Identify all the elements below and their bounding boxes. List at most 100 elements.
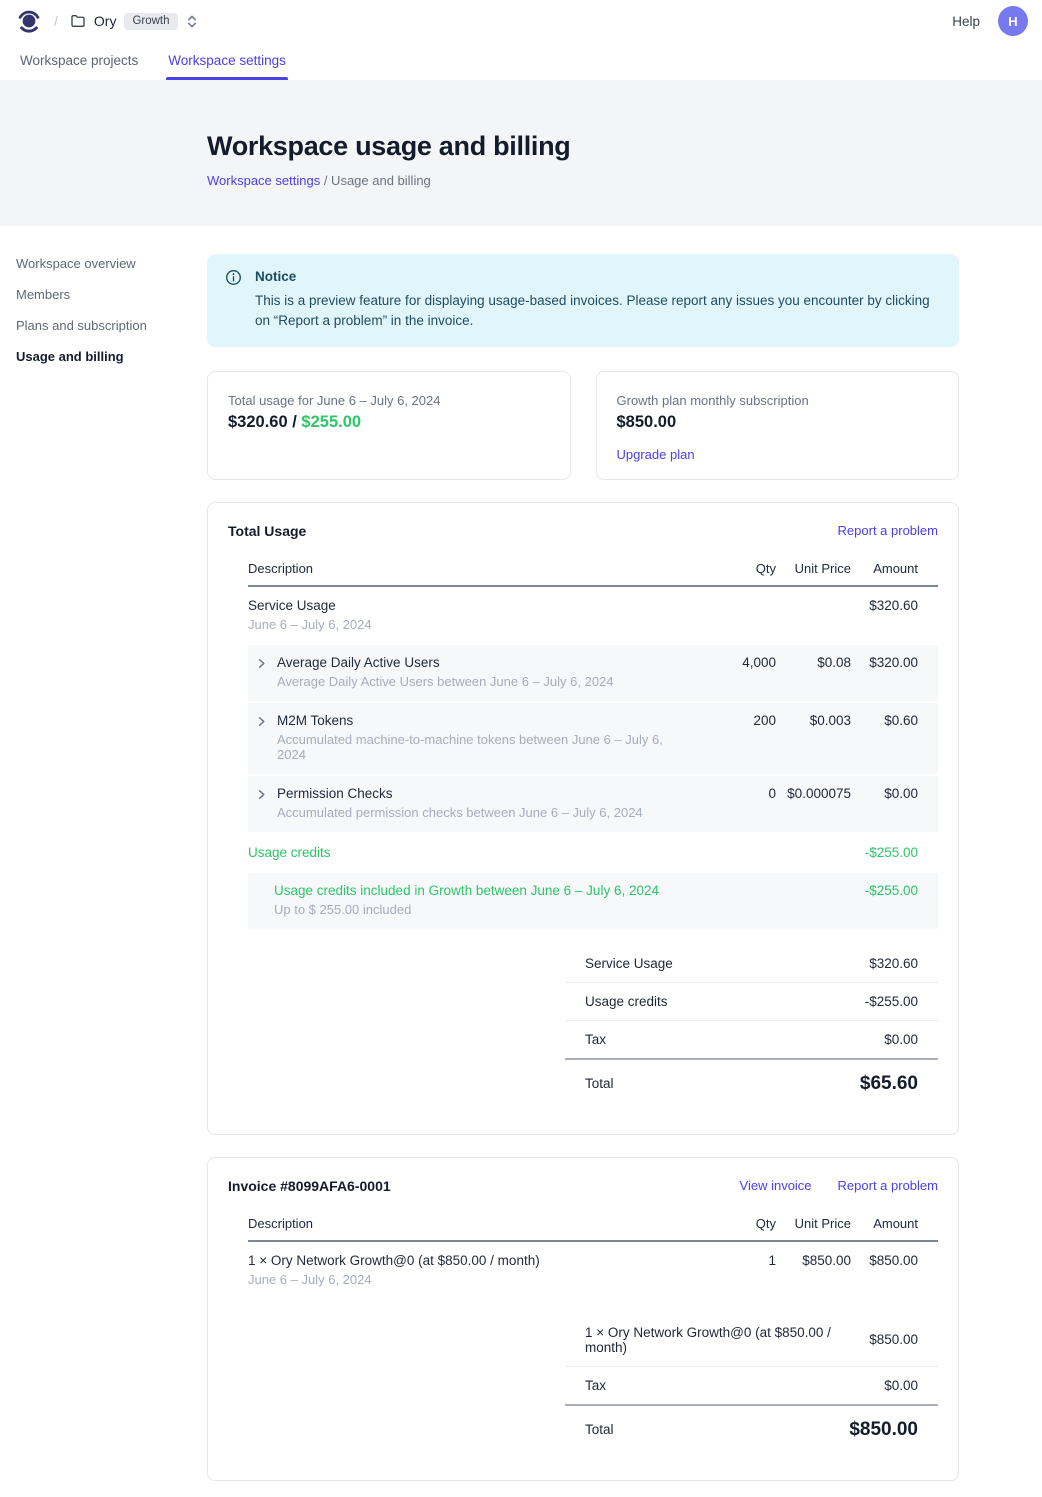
tab-workspace-projects[interactable]: Workspace projects xyxy=(18,42,140,80)
table-row-invoice-line: 1 × Ory Network Growth@0 (at $850.00 / m… xyxy=(248,1242,938,1298)
totals-label: 1 × Ory Network Growth@0 (at $850.00 / m… xyxy=(585,1325,869,1355)
notice-body: This is a preview feature for displaying… xyxy=(255,291,941,332)
row-qty: 4,000 xyxy=(686,655,776,670)
sidebar-item-usage-billing[interactable]: Usage and billing xyxy=(16,343,191,369)
row-subtitle: Average Daily Active Users between June … xyxy=(277,674,614,689)
col-unit-price: Unit Price xyxy=(776,561,851,576)
workspace-name: Ory xyxy=(94,13,117,29)
notice-title: Notice xyxy=(255,267,941,288)
page-title: Workspace usage and billing xyxy=(207,131,1042,162)
totals-row-total: Total $850.00 xyxy=(565,1404,938,1454)
view-invoice-link[interactable]: View invoice xyxy=(740,1178,812,1193)
totals-value: $850.00 xyxy=(869,1332,918,1347)
report-problem-link[interactable]: Report a problem xyxy=(838,523,938,538)
usage-panel-title: Total Usage xyxy=(228,523,306,539)
upgrade-plan-link[interactable]: Upgrade plan xyxy=(617,447,695,462)
chevron-right-icon[interactable] xyxy=(256,716,267,727)
row-amount: $0.60 xyxy=(851,713,938,728)
breadcrumb: Workspace settings / Usage and billing xyxy=(207,173,1042,188)
totals-label: Total xyxy=(585,1076,614,1091)
total-usage-panel: Total Usage Report a problem Description… xyxy=(207,502,959,1135)
table-row-m2m-tokens[interactable]: M2M Tokens Accumulated machine-to-machin… xyxy=(248,703,938,774)
plan-amount: $850.00 xyxy=(617,413,939,432)
tab-workspace-settings[interactable]: Workspace settings xyxy=(166,42,288,80)
row-title: 1 × Ory Network Growth@0 (at $850.00 / m… xyxy=(248,1253,686,1268)
totals-row-tax: Tax $0.00 xyxy=(565,1366,938,1404)
row-amount: $0.00 xyxy=(851,786,938,801)
row-subtitle: Accumulated machine-to-machine tokens be… xyxy=(277,732,686,762)
invoice-panel: Invoice #8099AFA6-0001 View invoice Repo… xyxy=(207,1157,959,1481)
report-problem-link[interactable]: Report a problem xyxy=(838,1178,938,1193)
sidebar-item-workspace-overview[interactable]: Workspace overview xyxy=(16,250,191,276)
totals-row-service-usage: Service Usage $320.60 xyxy=(565,945,938,982)
preview-notice: Notice This is a preview feature for dis… xyxy=(207,254,959,347)
chevron-right-icon[interactable] xyxy=(256,658,267,669)
total-usage-value: $320.60 / $255.00 xyxy=(228,413,550,432)
table-row-average-daily-active-users[interactable]: Average Daily Active Users Average Daily… xyxy=(248,645,938,701)
info-circle-icon xyxy=(225,269,242,286)
plan-subscription-card: Growth plan monthly subscription $850.00… xyxy=(596,371,960,480)
top-bar: / Ory Growth Help H xyxy=(0,0,1042,42)
table-row-service-usage: Service Usage June 6 – July 6, 2024 $320… xyxy=(248,587,938,643)
row-subtitle: June 6 – July 6, 2024 xyxy=(248,1272,686,1287)
sidebar-item-members[interactable]: Members xyxy=(16,281,191,307)
invoice-totals: 1 × Ory Network Growth@0 (at $850.00 / m… xyxy=(565,1314,938,1454)
row-title: Usage credits included in Growth between… xyxy=(274,883,686,898)
table-row-usage-credits: Usage credits -$255.00 xyxy=(248,832,938,873)
sidebar-item-plans-subscription[interactable]: Plans and subscription xyxy=(16,312,191,338)
totals-row-usage-credits: Usage credits -$255.00 xyxy=(565,982,938,1020)
totals-label: Tax xyxy=(585,1032,606,1047)
breadcrumb-current: / Usage and billing xyxy=(324,173,431,188)
row-amount: -$255.00 xyxy=(851,883,938,898)
row-unit-price: $0.003 xyxy=(776,713,851,728)
row-title: Usage credits xyxy=(248,845,686,860)
row-title: Service Usage xyxy=(248,598,686,613)
totals-value: $320.60 xyxy=(869,956,918,971)
totals-label: Tax xyxy=(585,1378,606,1393)
row-unit-price: $0.08 xyxy=(776,655,851,670)
col-unit-price: Unit Price xyxy=(776,1216,851,1231)
settings-sidebar: Workspace overview Members Plans and sub… xyxy=(16,250,191,374)
totals-value: -$255.00 xyxy=(865,994,918,1009)
breadcrumb-settings-link[interactable]: Workspace settings xyxy=(207,173,320,188)
row-qty: 1 xyxy=(686,1253,776,1268)
totals-label: Usage credits xyxy=(585,994,668,1009)
usage-credit-amount: $255.00 xyxy=(301,413,361,431)
avatar[interactable]: H xyxy=(998,6,1028,36)
row-title: Average Daily Active Users xyxy=(277,655,614,670)
col-description: Description xyxy=(248,561,686,576)
total-usage-card: Total usage for June 6 – July 6, 2024 $3… xyxy=(207,371,571,480)
table-row-usage-credits-detail: Usage credits included in Growth between… xyxy=(248,873,938,929)
col-qty: Qty xyxy=(686,561,776,576)
totals-row-line: 1 × Ory Network Growth@0 (at $850.00 / m… xyxy=(565,1314,938,1366)
row-qty: 200 xyxy=(686,713,776,728)
ory-logo-icon[interactable] xyxy=(16,8,42,35)
col-amount: Amount xyxy=(851,1216,938,1231)
page-header: Workspace usage and billing Workspace se… xyxy=(0,80,1042,226)
totals-value: $0.00 xyxy=(884,1378,918,1393)
help-link[interactable]: Help xyxy=(952,14,980,29)
row-subtitle: Accumulated permission checks between Ju… xyxy=(277,805,643,820)
chevron-right-icon[interactable] xyxy=(256,789,267,800)
table-row-permission-checks[interactable]: Permission Checks Accumulated permission… xyxy=(248,776,938,832)
totals-label: Service Usage xyxy=(585,956,673,971)
row-amount: $850.00 xyxy=(851,1253,938,1268)
invoice-title: Invoice #8099AFA6-0001 xyxy=(228,1178,391,1194)
row-title: Permission Checks xyxy=(277,786,643,801)
row-subtitle: Up to $ 255.00 included xyxy=(274,902,686,917)
usage-totals: Service Usage $320.60 Usage credits -$25… xyxy=(565,945,938,1108)
totals-row-total: Total $65.60 xyxy=(565,1058,938,1108)
row-unit-price: $850.00 xyxy=(776,1253,851,1268)
row-unit-price: $0.000075 xyxy=(776,786,851,801)
col-amount: Amount xyxy=(851,561,938,576)
chevron-up-down-icon[interactable] xyxy=(186,14,198,29)
usage-table-header: Description Qty Unit Price Amount xyxy=(248,561,938,587)
row-amount: $320.00 xyxy=(851,655,938,670)
row-title: M2M Tokens xyxy=(277,713,686,728)
workspace-tabs: Workspace projects Workspace settings xyxy=(0,42,1042,80)
breadcrumb-separator: / xyxy=(54,13,58,29)
folder-icon xyxy=(70,13,86,29)
totals-value: $0.00 xyxy=(884,1032,918,1047)
row-subtitle: June 6 – July 6, 2024 xyxy=(248,617,686,632)
workspace-switcher[interactable]: Ory Growth xyxy=(70,13,198,30)
